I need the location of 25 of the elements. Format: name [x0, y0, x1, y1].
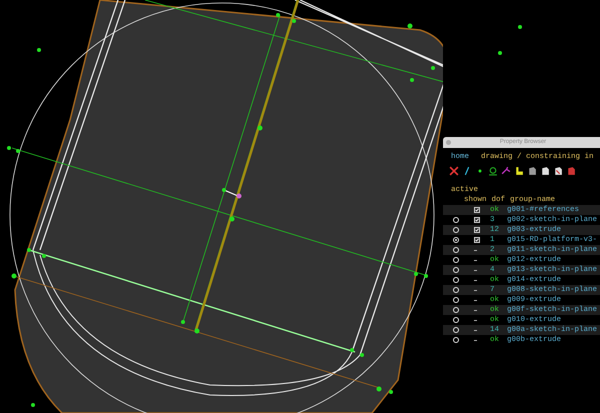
sketch-point-icon — [518, 25, 522, 29]
active-radio[interactable] — [453, 237, 459, 243]
active-radio[interactable] — [453, 327, 459, 333]
shown-checkbox[interactable] — [474, 207, 480, 213]
active-radio[interactable] — [453, 277, 459, 283]
node-tool-icon[interactable] — [501, 166, 511, 176]
segment-tool-icon[interactable] — [462, 166, 472, 176]
shown-checkbox[interactable] — [474, 227, 480, 233]
line-tool-icon[interactable] — [449, 166, 459, 176]
shown-checkbox[interactable] — [474, 237, 480, 243]
active-radio[interactable] — [453, 307, 459, 313]
active-radio[interactable] — [453, 287, 459, 293]
extrude-tool-icon[interactable] — [514, 166, 524, 176]
active-radio[interactable] — [453, 317, 459, 323]
active-radio[interactable] — [453, 337, 459, 343]
solid-tool-icon[interactable] — [553, 166, 563, 176]
shown-checkbox[interactable] — [474, 217, 480, 223]
active-radio[interactable] — [453, 257, 459, 263]
active-radio[interactable] — [453, 267, 459, 273]
active-radio[interactable] — [453, 297, 459, 303]
active-radio[interactable] — [453, 217, 459, 223]
sketch-point-icon — [498, 51, 502, 55]
active-radio[interactable] — [453, 247, 459, 253]
active-radio[interactable] — [453, 227, 459, 233]
constraint-tool-icon[interactable] — [488, 166, 498, 176]
